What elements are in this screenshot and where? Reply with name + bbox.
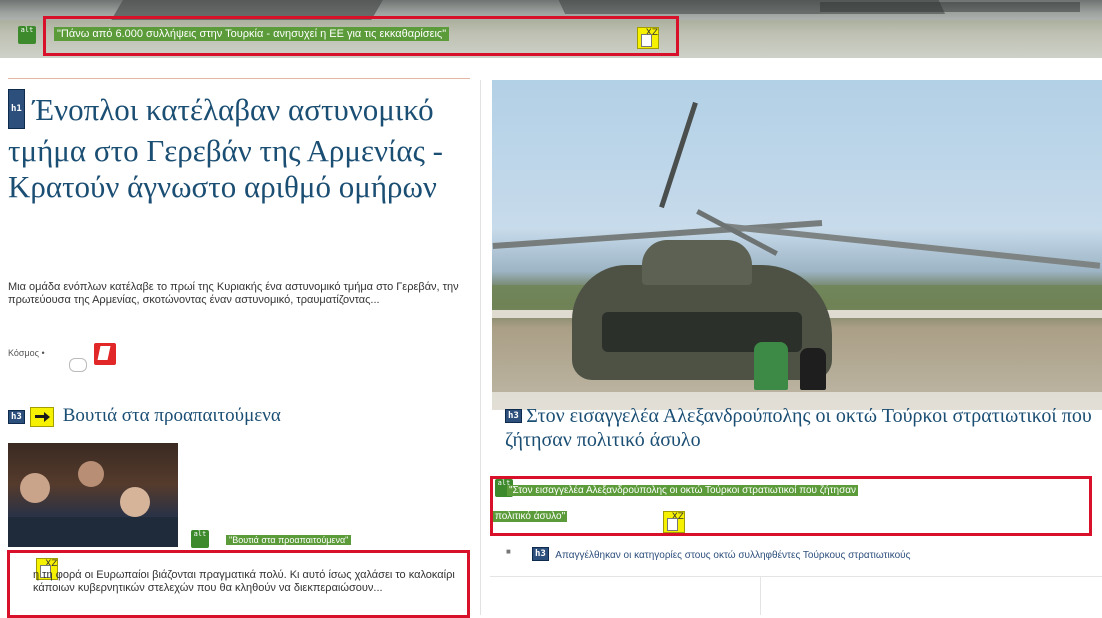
category-name[interactable]: Κόσμος	[8, 348, 39, 358]
main-article-summary: Μια ομάδα ενόπλων κατέλαβε το πρωί της Κ…	[8, 281, 459, 306]
featured-alt-line1: "Στον εισαγγελέα Αλεξανδρούπολης οι οκτώ…	[507, 485, 859, 496]
comment-icon[interactable]	[69, 358, 87, 372]
bottom-column-divider	[760, 577, 761, 615]
xz-doc-icon: XZ	[637, 27, 659, 49]
related-article-link[interactable]: Απαγγέλθηκαν οι κατηγορίες στους οκτώ συ…	[555, 550, 910, 561]
heading-level-badge: h3	[505, 408, 522, 423]
secondary-article-photo[interactable]	[8, 443, 178, 547]
alt-text-icon: alt	[191, 530, 209, 548]
main-article: h1 Ένοπλοι κατέλαβαν αστυνομικό τμήμα στ…	[8, 88, 470, 205]
xz-doc-icon: XZ	[662, 511, 685, 533]
secondary-article-heading[interactable]: h3 Βουτιά στα προαπαιτούμενα	[8, 405, 281, 427]
secondary-article-summary: η τη φορά οι Ευρωπαίοι βιάζονται πραγματ…	[33, 569, 455, 594]
pdf-icon	[94, 343, 116, 365]
alt-text-icon: alt	[18, 26, 36, 44]
heading-level-badge: h3	[8, 409, 25, 424]
featured-article-heading[interactable]: h3 Στον εισαγγελέα Αλεξανδρούπολης οι οκ…	[505, 404, 1095, 452]
featured-article-photo[interactable]	[492, 80, 1102, 410]
bottom-divider	[490, 576, 1102, 577]
arrow-icon	[30, 406, 55, 427]
heading-level-badge: h1	[8, 88, 25, 129]
category-label[interactable]: Κόσμος •	[8, 348, 45, 358]
featured-article-title[interactable]: Στον εισαγγελέα Αλεξανδρούπολης οι οκτώ …	[505, 405, 1092, 451]
column-divider	[480, 80, 481, 615]
main-article-title[interactable]: h1 Ένοπλοι κατέλαβαν αστυνομικό τμήμα στ…	[8, 88, 470, 205]
featured-alt-text-cont: πολιτικό άσυλο"	[493, 510, 568, 524]
related-article[interactable]: h3 Απαγγέλθηκαν οι κατηγορίες στους οκτώ…	[532, 545, 910, 563]
featured-alt-line2: πολιτικό άσυλο"	[493, 511, 568, 522]
heading-level-badge: h3	[532, 546, 549, 561]
related-bullet: ■	[506, 547, 511, 556]
secondary-alt-text: "Βουτιά στα προαπαιτούμενα"	[226, 535, 352, 545]
featured-alt-text: "Στον εισαγγελέα Αλεξανδρούπολης οι οκτώ…	[507, 482, 1082, 500]
section-divider	[8, 78, 470, 79]
category-separator: •	[41, 348, 45, 358]
top-link-text[interactable]: "Πάνω από 6.000 συλλήψεις στην Τουρκία -…	[54, 27, 450, 41]
main-article-title-link[interactable]: Ένοπλοι κατέλαβαν αστυνομικό τμήμα στο Γ…	[8, 92, 443, 204]
secondary-article-title[interactable]: Βουτιά στα προαπαιτούμενα	[63, 405, 281, 426]
